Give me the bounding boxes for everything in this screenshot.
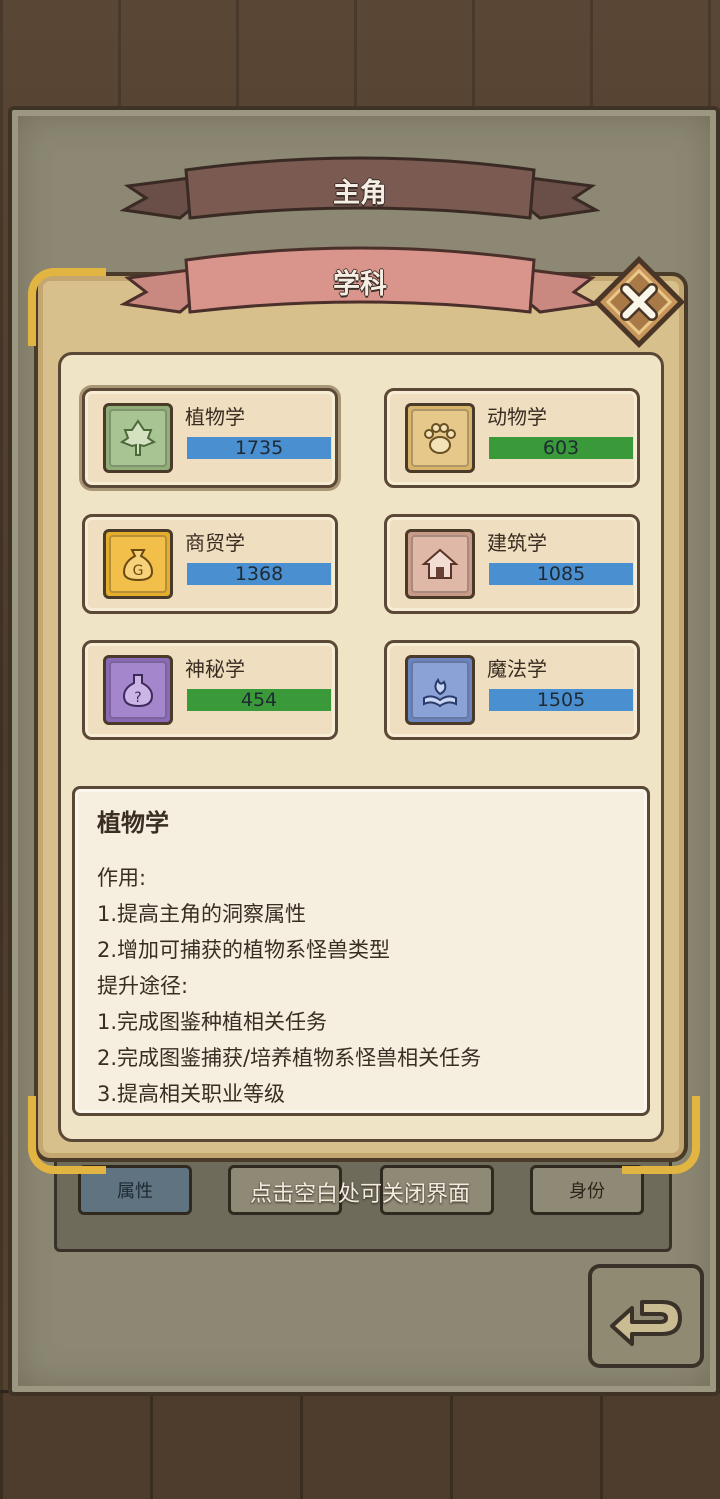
description-line: 1.提高主角的洞察属性 xyxy=(97,902,307,926)
close-button[interactable] xyxy=(592,255,686,349)
leaf-icon xyxy=(103,403,173,473)
return-arrow-icon xyxy=(610,1300,682,1346)
skill-value-bar: 1505 xyxy=(489,689,633,711)
skill-name: 植物学 xyxy=(185,405,245,429)
description-line: 2.完成图鉴捕获/培养植物系怪兽相关任务 xyxy=(97,1046,482,1070)
skill-value-bar: 603 xyxy=(489,437,633,459)
skill-card-architecture[interactable]: 建筑学 1085 xyxy=(384,514,640,614)
description-line: 3.提高相关职业等级 xyxy=(97,1082,286,1106)
protagonist-title: 主角 xyxy=(333,177,387,209)
money-bag-icon: G xyxy=(103,529,173,599)
close-icon xyxy=(593,256,685,348)
skill-card-botany[interactable]: 植物学 1735 xyxy=(82,388,338,488)
skill-card-magic[interactable]: 魔法学 1505 xyxy=(384,640,640,740)
magic-book-icon xyxy=(405,655,475,725)
house-icon xyxy=(405,529,475,599)
description-line: 作用: xyxy=(97,866,147,890)
skill-name: 商贸学 xyxy=(185,531,245,555)
description-line: 2.增加可捕获的植物系怪兽类型 xyxy=(97,938,391,962)
skill-card-zoology[interactable]: 动物学 603 xyxy=(384,388,640,488)
skill-name: 神秘学 xyxy=(185,657,245,681)
skill-value-bar: 1085 xyxy=(489,563,633,585)
potion-icon: ? xyxy=(103,655,173,725)
description-line: 1.完成图鉴种植相关任务 xyxy=(97,1010,328,1034)
skill-name: 动物学 xyxy=(487,405,547,429)
skill-name: 建筑学 xyxy=(487,531,547,555)
description-title: 植物学 xyxy=(97,809,169,837)
skill-value-bar: 454 xyxy=(187,689,331,711)
protagonist-ribbon: 主角 xyxy=(120,148,600,232)
skill-value-bar: 1735 xyxy=(187,437,331,459)
subject-ribbon: 学科 xyxy=(120,236,600,326)
subject-description-panel: 植物学 作用: 1.提高主角的洞察属性 2.增加可捕获的植物系怪兽类型 提升途径… xyxy=(72,786,650,1116)
gold-corner xyxy=(28,268,106,346)
wood-floor xyxy=(0,1390,720,1499)
subject-title: 学科 xyxy=(333,268,387,300)
skill-name: 魔法学 xyxy=(487,657,547,681)
skill-card-mysticism[interactable]: ? 神秘学 454 xyxy=(82,640,338,740)
close-hint-text: 点击空白处可关闭界面 xyxy=(249,1182,470,1207)
back-arrow-button[interactable] xyxy=(588,1264,704,1368)
paw-icon xyxy=(405,403,475,473)
skill-value-bar: 1368 xyxy=(187,563,331,585)
description-line: 提升途径: xyxy=(97,974,189,998)
skill-card-commerce[interactable]: G 商贸学 1368 xyxy=(82,514,338,614)
svg-text:?: ? xyxy=(134,690,141,706)
svg-text:G: G xyxy=(133,563,144,579)
